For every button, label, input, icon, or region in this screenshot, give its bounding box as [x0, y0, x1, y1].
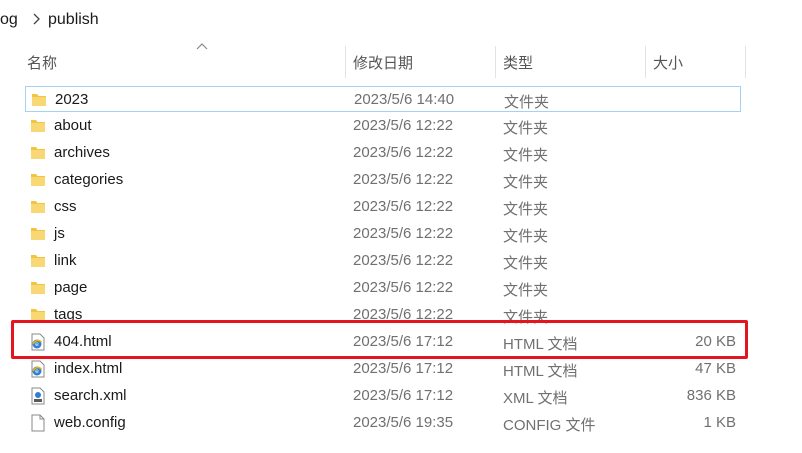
file-name: search.xml: [54, 387, 127, 404]
html-file-icon: e: [29, 360, 47, 378]
column-divider[interactable]: [745, 46, 746, 78]
file-type: 文件夹: [503, 255, 549, 272]
file-type: 文件夹: [503, 201, 549, 218]
sort-ascending-icon: [196, 43, 208, 50]
folder-icon: [29, 225, 47, 243]
column-header-name-label: 名称: [27, 55, 58, 72]
column-header-date[interactable]: 修改日期: [346, 38, 495, 86]
file-name: index.html: [54, 360, 123, 377]
folder-icon: [29, 117, 47, 135]
folder-row[interactable]: page 2023/5/6 12:22 文件夹: [25, 275, 741, 301]
folder-icon: [29, 171, 47, 189]
file-row[interactable]: e index.html 2023/5/6 17:12 HTML 文档 47 KB: [25, 356, 741, 382]
file-name: css: [54, 198, 77, 215]
config-file-icon: [29, 414, 47, 432]
folder-row[interactable]: archives 2023/5/6 12:22 文件夹: [25, 140, 741, 166]
file-type: 文件夹: [503, 174, 549, 191]
file-name: 2023: [55, 91, 89, 108]
file-name: categories: [54, 171, 124, 188]
folder-row[interactable]: 2023 2023/5/6 14:40 文件夹: [25, 86, 741, 112]
file-date: 2023/5/6 12:22: [353, 279, 454, 296]
file-type: HTML 文档: [503, 363, 578, 380]
folder-row[interactable]: js 2023/5/6 12:22 文件夹: [25, 221, 741, 247]
file-row[interactable]: search.xml 2023/5/6 17:12 XML 文档 836 KB: [25, 383, 741, 409]
file-name: archives: [54, 144, 110, 161]
file-name: link: [54, 252, 77, 269]
file-date: 2023/5/6 12:22: [353, 117, 454, 134]
file-size: 1 KB: [703, 414, 736, 431]
file-name: web.config: [54, 414, 126, 431]
file-size: 47 KB: [695, 360, 736, 377]
svg-text:e: e: [35, 368, 39, 375]
file-date: 2023/5/6 17:12: [353, 387, 454, 404]
breadcrumb: og publish: [0, 0, 802, 39]
xml-file-icon: [29, 387, 47, 405]
file-name: page: [54, 279, 88, 296]
file-date: 2023/5/6 19:35: [353, 414, 454, 431]
file-type: 文件夹: [503, 147, 549, 164]
file-type: 文件夹: [504, 94, 550, 111]
column-header-type-label: 类型: [503, 55, 534, 72]
file-type: CONFIG 文件: [503, 417, 596, 434]
file-name: js: [54, 225, 65, 242]
file-type: XML 文档: [503, 390, 568, 407]
breadcrumb-item-parent[interactable]: og: [0, 11, 18, 29]
folder-icon: [29, 252, 47, 270]
file-name: about: [54, 117, 92, 134]
column-header-type[interactable]: 类型: [496, 38, 645, 86]
file-date: 2023/5/6 12:22: [353, 198, 454, 215]
folder-icon: [29, 198, 47, 216]
folder-row[interactable]: categories 2023/5/6 12:22 文件夹: [25, 167, 741, 193]
column-header-bar: 名称 修改日期 类型 大小: [0, 38, 802, 86]
file-type: 文件夹: [503, 120, 549, 137]
folder-row[interactable]: link 2023/5/6 12:22 文件夹: [25, 248, 741, 274]
file-date: 2023/5/6 12:22: [353, 144, 454, 161]
highlight-box: [11, 320, 748, 359]
folder-icon: [30, 91, 48, 109]
file-row[interactable]: web.config 2023/5/6 19:35 CONFIG 文件 1 KB: [25, 410, 741, 436]
column-header-date-label: 修改日期: [353, 55, 414, 72]
file-type: 文件夹: [503, 228, 549, 245]
folder-row[interactable]: about 2023/5/6 12:22 文件夹: [25, 113, 741, 139]
file-date: 2023/5/6 12:22: [353, 225, 454, 242]
column-header-size[interactable]: 大小: [646, 38, 745, 86]
file-date: 2023/5/6 12:22: [353, 252, 454, 269]
column-header-name[interactable]: 名称: [20, 38, 346, 86]
file-date: 2023/5/6 12:22: [353, 171, 454, 188]
column-header-size-label: 大小: [653, 55, 684, 72]
file-date: 2023/5/6 17:12: [353, 360, 454, 377]
chevron-right-icon[interactable]: [30, 10, 44, 28]
file-size: 836 KB: [686, 387, 736, 404]
folder-icon: [29, 279, 47, 297]
folder-row[interactable]: css 2023/5/6 12:22 文件夹: [25, 194, 741, 220]
folder-icon: [29, 144, 47, 162]
file-date: 2023/5/6 14:40: [354, 91, 455, 108]
breadcrumb-item-current[interactable]: publish: [48, 11, 99, 29]
file-type: 文件夹: [503, 282, 549, 299]
